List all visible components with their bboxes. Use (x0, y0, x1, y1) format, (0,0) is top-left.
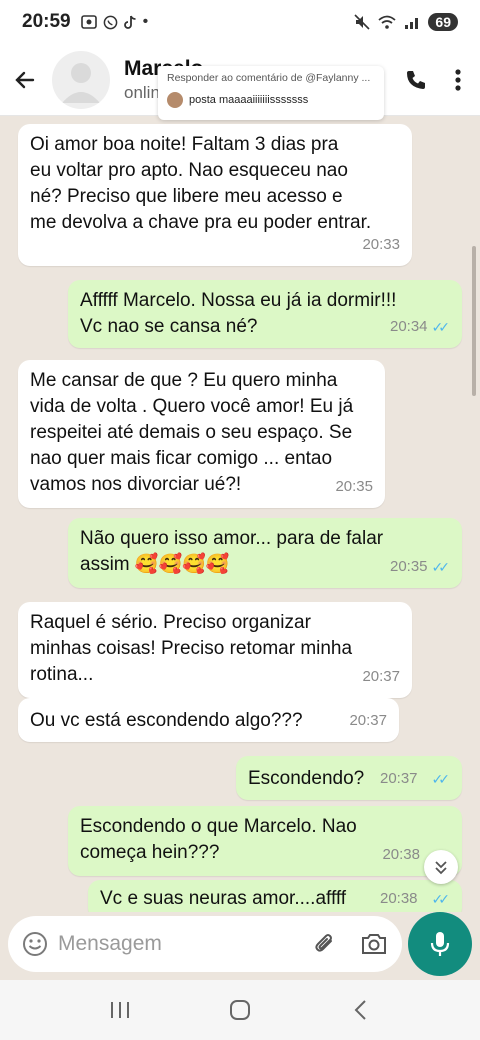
read-ticks-icon: ✓✓ (431, 559, 451, 575)
signal-icon (405, 17, 419, 29)
whatsapp-icon (103, 15, 117, 29)
tiktok-icon (123, 15, 136, 29)
message-line: Escondendo o que Marcelo. Nao (80, 816, 357, 837)
reply-comment-overlay: Responder ao comentário de @Faylanny ...… (158, 66, 384, 120)
message-line: Afffff Marcelo. Nossa eu já ia dormir!!! (80, 290, 397, 311)
avatar[interactable] (52, 50, 110, 109)
message-input[interactable] (58, 932, 278, 956)
status-bar: 20:59 • 69 (0, 0, 480, 44)
message-bubble-outgoing[interactable]: Vc e suas neuras amor....affff 20:38 ✓✓ (88, 880, 462, 912)
message-time: 20:37 (362, 668, 400, 685)
message-time: 20:38 (379, 890, 418, 907)
reply-title: Responder ao comentário de @Faylanny ... (167, 72, 371, 84)
status-time: 20:59 (22, 11, 71, 32)
battery-indicator: 69 (428, 13, 458, 31)
camera-icon[interactable] (360, 932, 388, 956)
message-line: minhas coisas! Preciso retomar minha (30, 638, 353, 659)
dot-icon: • (142, 13, 149, 30)
message-bubble-outgoing[interactable]: Não quero isso amor... para de falar ass… (68, 518, 462, 588)
read-ticks-icon: ✓✓ (431, 319, 451, 335)
attach-icon[interactable] (312, 931, 338, 957)
read-ticks-icon: ✓✓ (431, 891, 451, 907)
message-time: 20:34 (389, 318, 428, 335)
message-line: me devolva a chave pra eu poder entrar. (30, 212, 372, 233)
message-input-container[interactable] (8, 916, 402, 972)
mute-icon (354, 14, 370, 30)
chat-scrollbar[interactable] (472, 246, 476, 396)
wifi-icon (378, 15, 397, 29)
message-line: Raquel é sério. Preciso organizar (30, 612, 311, 633)
avatar-placeholder-icon (62, 62, 100, 103)
header-actions (404, 68, 470, 92)
message-bubble-incoming[interactable]: Raquel é sério. Preciso organizar minhas… (18, 602, 412, 698)
reply-comment-text: posta maaaaiiiiiiisssssss (189, 94, 309, 106)
status-icons-left: • (80, 13, 149, 31)
recents-icon[interactable] (100, 990, 140, 1030)
chat-area[interactable]: Oi amor boa noite! Faltam 3 dias pra eu … (0, 116, 480, 912)
status-icons-right: 69 (354, 13, 458, 31)
message-time: 20:37 (349, 712, 387, 729)
message-line: vida de volta . Quero você amor! Eu já (30, 396, 354, 417)
message-line: respeitei até demais o seu espaço. Se (30, 422, 353, 443)
system-nav-bar (0, 980, 480, 1040)
message-line: nao quer mais ficar comigo ... entao (30, 448, 333, 469)
message-time: 20:37 (379, 770, 418, 787)
message-bubble-outgoing[interactable]: Escondendo o que Marcelo. Nao começa hei… (68, 806, 462, 876)
call-icon[interactable] (404, 68, 428, 92)
message-line: Oi amor boa noite! Faltam 3 dias pra (30, 134, 339, 155)
mic-icon (430, 932, 450, 956)
message-time: 20:35 (335, 478, 373, 495)
message-time: 20:35 (389, 558, 428, 575)
message-line: eu voltar pro apto. Nao esqueceu nao (30, 160, 348, 181)
message-line: Vc e suas neuras amor....affff (100, 888, 347, 909)
message-bubble-incoming[interactable]: Ou vc está escondendo algo??? 20:37 (18, 698, 399, 742)
screen-record-icon (80, 15, 97, 29)
read-ticks-icon: ✓✓ (431, 771, 451, 787)
message-bubble-incoming[interactable]: Oi amor boa noite! Faltam 3 dias pra eu … (18, 124, 412, 266)
message-time: 20:33 (362, 236, 400, 253)
message-bubble-incoming[interactable]: Me cansar de que ? Eu quero minha vida d… (18, 360, 385, 508)
message-line: Ou vc está escondendo algo??? (30, 710, 303, 731)
scroll-to-bottom-button[interactable] (424, 850, 458, 884)
double-chevron-down-icon (435, 861, 447, 875)
message-bubble-outgoing[interactable]: Escondendo? 20:37 ✓✓ (236, 756, 462, 800)
message-bubble-outgoing[interactable]: Afffff Marcelo. Nossa eu já ia dormir!!!… (68, 280, 462, 348)
commenter-avatar (167, 92, 183, 108)
message-line: Escondendo? (248, 768, 365, 789)
back-arrow-icon[interactable] (10, 65, 40, 95)
message-input-bar (0, 912, 480, 980)
home-icon[interactable] (220, 990, 260, 1030)
input-actions (312, 931, 388, 957)
menu-dots-icon[interactable] (454, 68, 462, 92)
message-line: Não quero isso amor... para de falar (80, 528, 384, 549)
message-line: né? Preciso que libere meu acesso e (30, 186, 343, 207)
reply-comment-row: posta maaaaiiiiiiisssssss (167, 92, 375, 108)
message-time: 20:38 (382, 846, 420, 863)
message-line: Me cansar de que ? Eu quero minha (30, 370, 338, 391)
mic-button[interactable] (408, 912, 472, 976)
emoji-icon[interactable] (22, 931, 48, 957)
back-icon[interactable] (340, 990, 380, 1030)
